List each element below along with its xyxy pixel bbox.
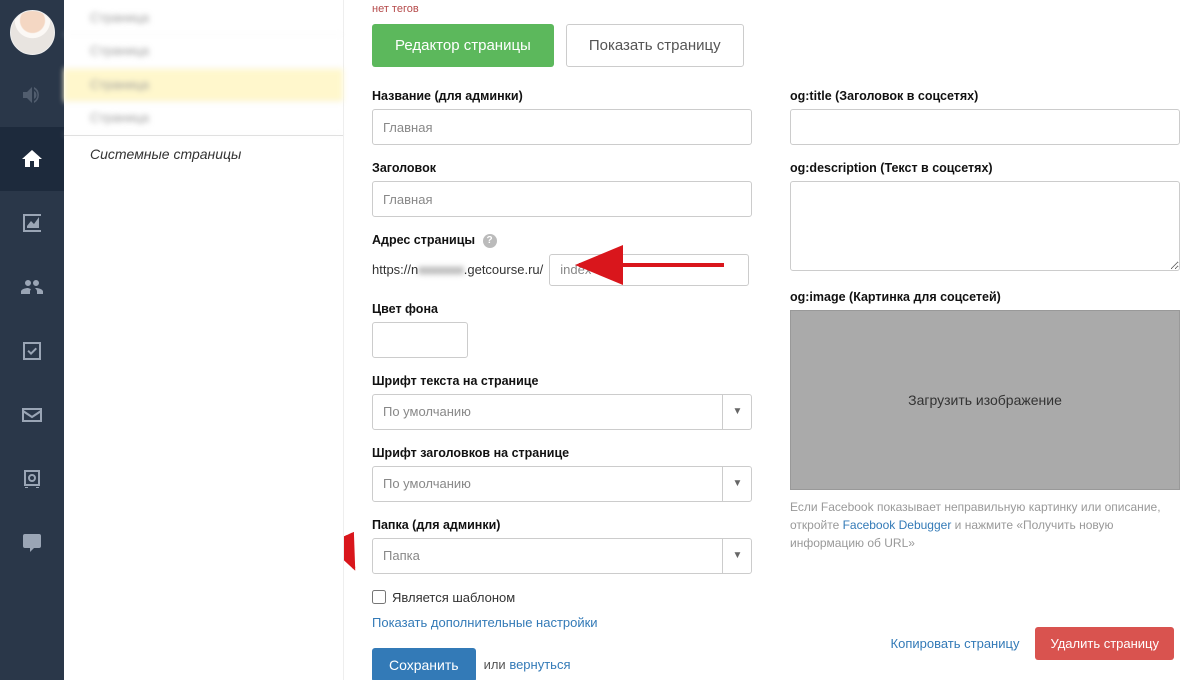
back-link[interactable]: вернуться xyxy=(509,657,570,672)
avatar[interactable] xyxy=(10,10,55,55)
admin-name-input[interactable] xyxy=(372,109,752,145)
nav-mail-icon[interactable] xyxy=(0,383,64,447)
editor-tab-button[interactable]: Редактор страницы xyxy=(372,24,554,67)
chevron-down-icon: ▼ xyxy=(722,466,752,502)
is-template-checkbox[interactable] xyxy=(372,590,386,604)
facebook-debugger-link[interactable]: Facebook Debugger xyxy=(843,518,952,532)
copy-page-link[interactable]: Копировать страницу xyxy=(891,636,1020,651)
url-prefix: https://nxxxxxxx.getcourse.ru/ xyxy=(372,262,543,277)
show-advanced-link[interactable]: Показать дополнительные настройки xyxy=(372,615,752,630)
nav-check-icon[interactable] xyxy=(0,319,64,383)
nav-users-icon[interactable] xyxy=(0,255,64,319)
bgcolor-input[interactable] xyxy=(372,322,468,358)
ogdescription-label: og:description (Текст в соцсетях) xyxy=(790,161,1180,175)
page-title-label: Заголовок xyxy=(372,161,752,175)
chevron-down-icon: ▼ xyxy=(722,394,752,430)
nav-chat-icon[interactable] xyxy=(0,511,64,575)
page-list-item[interactable]: Страница xyxy=(64,102,343,135)
is-template-label: Является шаблоном xyxy=(392,590,515,605)
no-tags-label: нет тегов xyxy=(372,0,1180,24)
page-list-item[interactable]: Страница xyxy=(64,69,343,102)
folder-select[interactable] xyxy=(372,538,752,574)
page-address-label: Адрес страницы ? xyxy=(372,233,752,248)
page-list: Страница Страница Страница Страница Сист… xyxy=(64,0,344,680)
nav-chart-icon[interactable] xyxy=(0,191,64,255)
show-page-button[interactable]: Показать страницу xyxy=(566,24,744,67)
chevron-down-icon: ▼ xyxy=(722,538,752,574)
page-slug-input[interactable] xyxy=(549,254,749,286)
page-title-input[interactable] xyxy=(372,181,752,217)
ogimage-upload-area[interactable]: Загрузить изображение xyxy=(790,310,1180,490)
heading-font-label: Шрифт заголовков на странице xyxy=(372,446,752,460)
page-list-item[interactable]: Страница xyxy=(64,35,343,68)
text-font-label: Шрифт текста на странице xyxy=(372,374,752,388)
or-text: или вернуться xyxy=(484,657,571,672)
nav-safe-icon[interactable] xyxy=(0,447,64,511)
save-button[interactable]: Сохранить xyxy=(372,648,476,680)
admin-name-label: Название (для админки) xyxy=(372,89,752,103)
bgcolor-label: Цвет фона xyxy=(372,302,752,316)
heading-font-select[interactable] xyxy=(372,466,752,502)
ogdescription-textarea[interactable] xyxy=(790,181,1180,271)
facebook-note: Если Facebook показывает неправильную ка… xyxy=(790,498,1180,552)
nav-home-icon[interactable] xyxy=(0,127,64,191)
ogtitle-label: og:title (Заголовок в соцсетях) xyxy=(790,89,1180,103)
text-font-select[interactable] xyxy=(372,394,752,430)
ogtitle-input[interactable] xyxy=(790,109,1180,145)
delete-page-button[interactable]: Удалить страницу xyxy=(1035,627,1174,660)
main-content: нет тегов Редактор страницы Показать стр… xyxy=(344,0,1200,680)
sidenav xyxy=(0,0,64,680)
folder-label: Папка (для админки) xyxy=(372,518,752,532)
nav-sound-icon[interactable] xyxy=(0,63,64,127)
ogimage-label: og:image (Картинка для соцсетей) xyxy=(790,290,1180,304)
system-pages-link[interactable]: Системные страницы xyxy=(64,135,343,172)
page-list-item[interactable]: Страница xyxy=(64,2,343,35)
help-icon[interactable]: ? xyxy=(483,234,497,248)
